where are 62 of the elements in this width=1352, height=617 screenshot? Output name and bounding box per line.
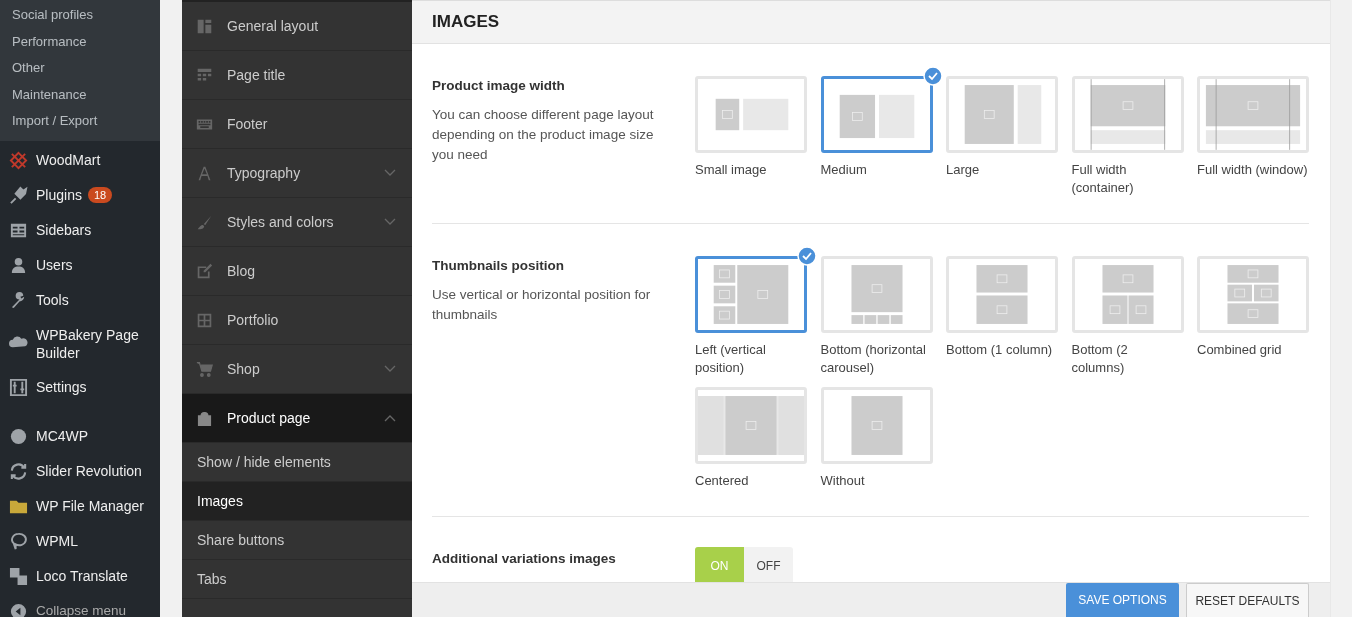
option-label: Full width (container) [1071, 161, 1135, 197]
option-label: Medium [820, 161, 868, 179]
page-title: IMAGES [432, 12, 500, 32]
submenu-item[interactable]: Other [0, 55, 160, 82]
menu-item[interactable]: Loco Translate [36, 567, 128, 585]
option-label: Combined grid [1197, 341, 1283, 359]
collapse-icon [9, 601, 28, 617]
setting-description: Use vertical or horizontal position for thumbnails [432, 286, 652, 324]
user-icon [9, 255, 28, 275]
menu-item[interactable]: WPML [36, 532, 78, 550]
option-label: Small image [695, 161, 768, 179]
menu-item[interactable]: Collapse menu [36, 602, 127, 617]
grid-icon [196, 311, 213, 329]
option-label: Full width (window) [1197, 161, 1309, 179]
sliders-icon [9, 377, 28, 397]
setting-description: You can choose different page layout depending on the product image size you need [432, 106, 655, 164]
setting-title: Product image width [432, 78, 566, 93]
off-option[interactable]: OFF [744, 547, 793, 582]
option-label: Without [820, 472, 866, 490]
layout-icon [196, 17, 213, 35]
check-icon [797, 246, 817, 266]
option-label: Bottom (2 columns) [1071, 341, 1129, 377]
chevron-down-icon [384, 365, 396, 373]
menu-item[interactable]: Tools [36, 291, 69, 309]
edit-icon [196, 262, 213, 280]
cross-icon [9, 150, 28, 170]
bag-icon [196, 409, 213, 427]
submenu-item[interactable]: Import / Export [0, 108, 160, 135]
menu-item[interactable]: Users [36, 256, 73, 274]
update-count: 18 [87, 187, 113, 203]
letter-icon [196, 164, 213, 182]
menu-item[interactable]: Settings [36, 378, 87, 396]
chevron-up-icon [384, 414, 396, 422]
option-label: Bottom (horizontal carousel) [820, 341, 927, 377]
plug-icon [9, 185, 28, 205]
option-label: Large [946, 161, 981, 179]
reset-button[interactable]: RESET DEFAULTS [1186, 583, 1309, 617]
refresh-icon [9, 461, 28, 481]
option-label: Bottom (1 column) [946, 341, 1054, 359]
on-off-switch[interactable]: ON OFF [695, 547, 793, 582]
menu-item[interactable]: WP File Manager [36, 497, 144, 515]
setting-title: Additional variations images [432, 551, 617, 566]
submenu-item[interactable]: Maintenance [0, 81, 160, 108]
submenu-item[interactable]: Social profiles [0, 2, 160, 29]
option-label: Centered [695, 472, 750, 490]
menu-item[interactable]: Plugins [36, 186, 82, 204]
chevron-down-icon [384, 218, 396, 226]
check-icon [922, 66, 943, 86]
option-label: Left (vertical position) [695, 341, 767, 377]
speech-icon [9, 531, 28, 551]
cart-icon [196, 360, 213, 378]
menu-item[interactable]: Slider Revolution [36, 462, 142, 480]
submenu-item[interactable]: Performance [0, 28, 160, 55]
chevron-down-icon [384, 169, 396, 177]
menu-item[interactable]: WPBakery Page Builder [36, 325, 154, 362]
table-icon [196, 66, 213, 84]
menu-item[interactable]: Sidebars [36, 221, 92, 239]
setting-title: Thumbnails position [432, 258, 565, 273]
options-nav-item[interactable]: Product page [182, 394, 412, 443]
menu-item[interactable]: MC4WP [36, 427, 89, 445]
options-subnav-item[interactable]: Images [182, 482, 412, 521]
menu-item[interactable]: WoodMart [36, 151, 101, 169]
